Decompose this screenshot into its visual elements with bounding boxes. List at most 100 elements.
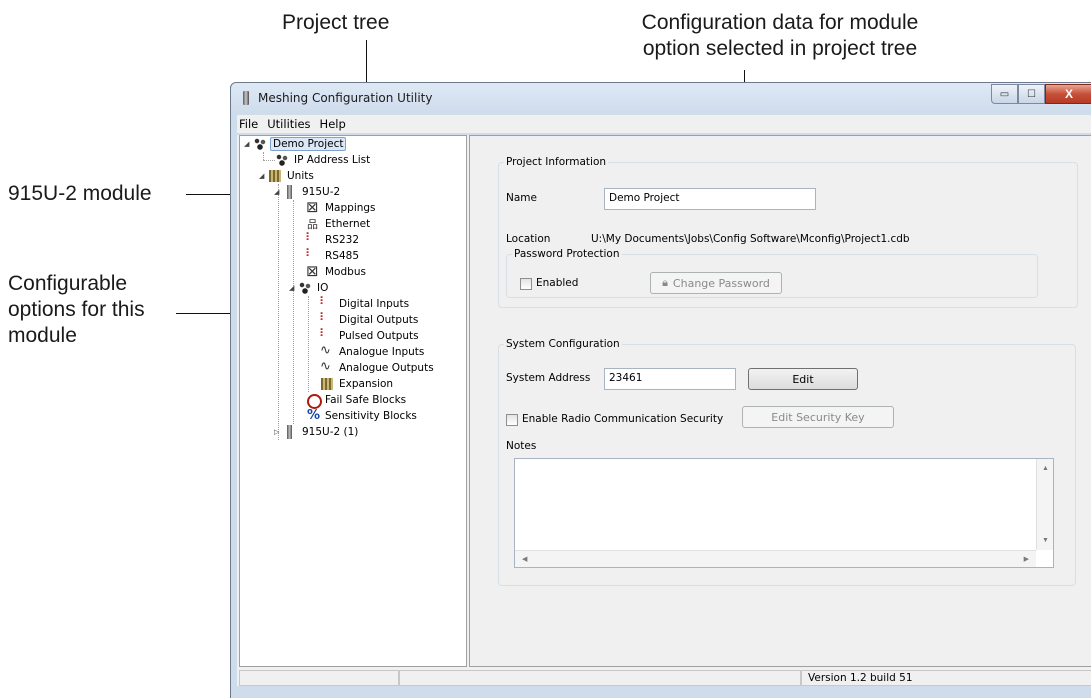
system-address-field[interactable]: 23461 [604, 368, 736, 390]
callout-project-tree: Project tree [282, 11, 390, 34]
digital-io-icon [320, 328, 334, 343]
tree-guide [263, 152, 264, 160]
change-password-button[interactable]: 🔒︎ Change Password [650, 272, 782, 294]
expand-arrow-icon[interactable]: ▷ [274, 428, 283, 436]
edit-security-key-button[interactable]: Edit Security Key [742, 406, 894, 428]
tree-label: 915U-2 [302, 186, 341, 198]
project-name-field[interactable]: Demo Project [604, 188, 816, 210]
app-icon [243, 91, 249, 105]
tree-label: Digital Outputs [339, 314, 419, 326]
status-cell [399, 670, 801, 686]
window-title: Meshing Configuration Utility [258, 91, 433, 105]
module-icon [283, 185, 297, 199]
tree-guide [293, 200, 294, 424]
tree-node-sensitivity[interactable]: Sensitivity Blocks [306, 408, 419, 424]
callout-module: 915U-2 module [8, 182, 152, 205]
location-label: Location [506, 233, 551, 245]
tree-label: IP Address List [294, 154, 371, 166]
callout-options: Configurable options for this module [8, 271, 145, 349]
tree-node-analogue-inputs[interactable]: Analogue Inputs [320, 343, 426, 360]
tree-node-units[interactable]: ◢ Units [259, 168, 316, 184]
tree-node-modbus[interactable]: Modbus [306, 262, 368, 280]
tree-node-ip-list[interactable]: IP Address List [275, 152, 372, 168]
enabled-checkbox[interactable] [520, 278, 532, 290]
name-label: Name [506, 192, 537, 204]
tree-guide [278, 192, 279, 440]
ethernet-icon [306, 216, 320, 232]
collapse-arrow-icon[interactable]: ◢ [259, 172, 268, 180]
project-info-legend: Project Information [506, 156, 607, 168]
network-icon [275, 153, 289, 167]
tree-node-analogue-outputs[interactable]: Analogue Outputs [320, 359, 436, 376]
menu-help[interactable]: Help [318, 117, 353, 131]
version-text: Version 1.2 build 51 [801, 670, 1091, 686]
project-icon [253, 137, 267, 151]
clock-icon [306, 393, 322, 409]
edit-button[interactable]: Edit [748, 368, 858, 390]
menu-utilities[interactable]: Utilities [265, 117, 317, 131]
enabled-label: Enabled [536, 277, 579, 289]
expansion-icon [320, 377, 334, 391]
close-button[interactable]: X [1045, 84, 1091, 104]
collapse-arrow-icon[interactable]: ◢ [244, 140, 253, 148]
menu-bar: File Utilities Help [237, 115, 1091, 133]
percent-icon [306, 408, 320, 423]
scroll-down-icon[interactable]: ▼ [1042, 537, 1049, 544]
modbus-icon [306, 262, 320, 280]
callout-config-line-1: Configuration data for module [641, 11, 919, 34]
status-bar: Version 1.2 build 51 [237, 670, 1091, 686]
mappings-icon [306, 198, 320, 216]
tree-node-digital-inputs[interactable]: Digital Inputs [320, 296, 411, 312]
tree-label: Mappings [325, 202, 376, 214]
tree-node-mappings[interactable]: Mappings [306, 198, 378, 216]
tree-label: Analogue Inputs [339, 346, 425, 358]
minimize-button[interactable]: ▭ [991, 84, 1018, 104]
scroll-right-icon[interactable]: ▶ [1024, 555, 1029, 563]
tree-label: Digital Inputs [339, 298, 410, 310]
radio-security-label: Enable Radio Communication Security [522, 413, 724, 425]
tree-node-rs232[interactable]: RS232 [306, 232, 361, 248]
horizontal-scrollbar[interactable]: ◀ ▶ [515, 550, 1036, 567]
units-icon [268, 169, 282, 183]
serial-port-icon [306, 232, 320, 247]
callout-options-line-1: Configurable [8, 272, 128, 295]
tree-node-io[interactable]: ◢ IO [289, 280, 330, 296]
scroll-up-icon[interactable]: ▲ [1042, 465, 1049, 472]
collapse-arrow-icon[interactable]: ◢ [289, 284, 298, 292]
tree-node-pulsed-outputs[interactable]: Pulsed Outputs [320, 328, 421, 344]
tree-label: Sensitivity Blocks [325, 410, 417, 422]
notes-textarea[interactable]: ▲ ▼ ◀ ▶ [514, 458, 1054, 568]
status-cell [239, 670, 399, 686]
password-legend: Password Protection [514, 248, 620, 260]
scroll-left-icon[interactable]: ◀ [522, 555, 527, 563]
callout-options-line-2: options for this [8, 298, 145, 321]
tree-node-expansion[interactable]: Expansion [320, 376, 395, 392]
callout-config-line-2: option selected in project tree [642, 37, 918, 60]
tree-label: RS232 [325, 234, 360, 246]
tree-label: IO [317, 282, 329, 294]
app-window: Meshing Configuration Utility ▭ ☐ X File… [230, 82, 1091, 698]
tree-node-fail-safe[interactable]: Fail Safe Blocks [306, 392, 408, 409]
analog-signal-icon [320, 359, 334, 375]
tree-label: Analogue Outputs [339, 362, 434, 374]
tree-node-digital-outputs[interactable]: Digital Outputs [320, 312, 420, 328]
tree-label: 915U-2 (1) [302, 426, 359, 438]
change-password-label: Change Password [672, 276, 770, 290]
tree-node-project[interactable]: ◢ Demo Project [244, 136, 347, 152]
location-value: U:\My Documents\Jobs\Config Software\Mco… [591, 233, 910, 245]
system-address-label: System Address [506, 372, 591, 384]
notes-label: Notes [506, 440, 537, 452]
lock-icon: 🔒︎ [662, 276, 668, 289]
title-bar: Meshing Configuration Utility ▭ ☐ X [231, 83, 1091, 113]
module-icon [283, 425, 297, 439]
tree-guide [263, 160, 275, 161]
menu-file[interactable]: File [237, 117, 265, 131]
tree-node-ethernet[interactable]: Ethernet [306, 216, 372, 232]
collapse-arrow-icon[interactable]: ◢ [274, 188, 283, 196]
maximize-button[interactable]: ☐ [1018, 84, 1045, 104]
radio-security-checkbox[interactable] [506, 414, 518, 426]
tree-guide [308, 296, 309, 392]
tree-node-module-2[interactable]: ▷ 915U-2 (1) [274, 424, 360, 440]
vertical-scrollbar[interactable]: ▲ ▼ [1036, 459, 1053, 550]
configuration-panel: Project Information Name Demo Project Lo… [469, 135, 1091, 667]
